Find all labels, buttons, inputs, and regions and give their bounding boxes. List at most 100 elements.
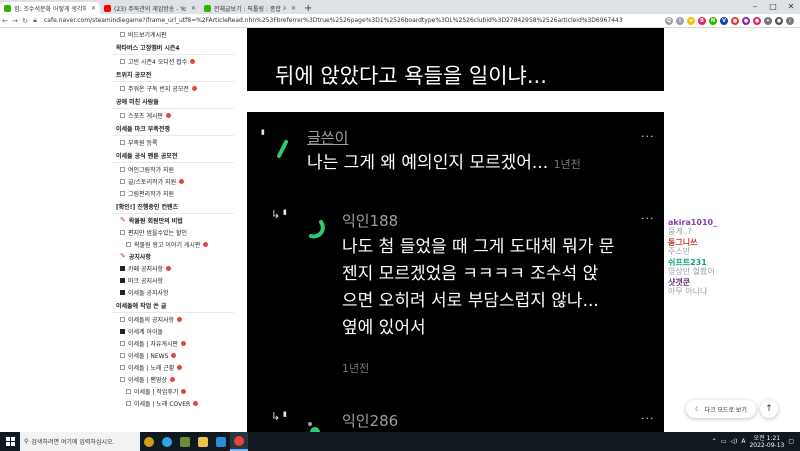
ime-icon[interactable]: A xyxy=(741,438,745,445)
sidebar-item[interactable]: 이세돌 | 노래 COVER xyxy=(112,397,234,409)
sidebar-section-header: 공에 미친 사람들 xyxy=(112,94,234,109)
sidebar-item[interactable]: 왁물원 왕고 이야기 게시판 xyxy=(112,238,234,250)
pin-icon: ✎ xyxy=(120,216,126,224)
dark-mode-label: 다크 모드로 보기 xyxy=(704,406,747,414)
new-badge-icon xyxy=(181,340,186,346)
url-field[interactable]: cafe.naver.com/steamindiegame?iframe_url… xyxy=(44,17,665,24)
volume-icon[interactable]: ◁) xyxy=(730,438,737,445)
taskbar-app-minecraft[interactable] xyxy=(176,432,194,451)
browser-tab[interactable]: 전체글보기 : 픽툴링 : 종합 게시판 ✕ xyxy=(200,2,300,14)
tab-close-icon[interactable]: ✕ xyxy=(191,5,196,12)
extension-v-icon[interactable]: V xyxy=(720,16,728,25)
browser-tab[interactable]: 힘: 조수석문화 어떻게 생각해? ✕ xyxy=(0,2,100,14)
forward-icon[interactable]: → xyxy=(10,17,20,25)
sidebar-item-label: 마크 공지사항 xyxy=(128,277,164,285)
maximize-button[interactable]: □ xyxy=(764,0,782,13)
sidebar-item-label: [확인!] 진행중인 컨텐츠 xyxy=(116,203,179,211)
sidebar-item-label: 고빈 시즌4 오디션 접수 xyxy=(128,58,188,66)
sidebar-item[interactable]: ✎ 왁물원 회원만의 비법 xyxy=(112,214,234,226)
sidebar-item[interactable]: 이세돌 | 노래 근황 xyxy=(112,361,234,373)
sidebar-item[interactable]: 그림편리작가 지원 xyxy=(112,187,234,199)
board-icon xyxy=(120,352,125,358)
post-content-area: 뒤에 앉았다고 욕들을 일이냐... ▮ 글쓴이 ··· 나는 그게 왜 예의인… xyxy=(234,28,666,432)
comment-more-icon[interactable]: ··· xyxy=(641,130,655,143)
sidebar-item[interactable]: 이세돌 공지사항 xyxy=(112,286,234,298)
new-tab-button[interactable]: + xyxy=(304,3,312,14)
sidebar-item[interactable]: 여인그림작가 지원 xyxy=(112,163,234,175)
sidebar-item[interactable]: 카페 공지사항 xyxy=(112,262,234,274)
network-icon[interactable]: ▭ xyxy=(721,438,727,445)
sidebar-item[interactable]: 이세돌 | NEWS xyxy=(112,349,234,361)
sidebar-item-label: 글/스토리작가 지원 xyxy=(128,178,177,186)
tab-close-icon[interactable]: ✕ xyxy=(91,5,96,12)
chat-text: 아무 아니냐 xyxy=(668,287,708,296)
dark-mode-button[interactable]: ☾ 다크 모드로 보기 xyxy=(686,400,756,418)
sidebar-item[interactable]: 이세돌 | 작업후기 xyxy=(112,385,234,397)
extension-pink-icon[interactable]: ● xyxy=(753,16,761,25)
reload-icon[interactable]: ↻ xyxy=(20,17,30,25)
tab-favicon-icon xyxy=(204,4,211,12)
comment-more-icon[interactable]: ··· xyxy=(641,212,655,225)
sidebar-item[interactable]: 스포츠 게시판 xyxy=(112,109,234,121)
chat-message: akira1010_ 뭉게..? xyxy=(668,218,800,236)
search-placeholder: 검색하려면 여기에 입력하십시오. xyxy=(31,439,115,446)
sidebar-item-label: 트위치 공모전 xyxy=(116,71,152,79)
comment-author[interactable]: 글쓴이 xyxy=(307,127,348,148)
extension-n-icon[interactable]: N xyxy=(709,16,717,25)
sidebar-item[interactable]: 마크 공지사항 xyxy=(112,274,234,286)
browser-tab[interactable]: (23) 주둑관의 게임방송 - YouTube ✕ xyxy=(100,2,200,14)
zoom-icon[interactable]: Q xyxy=(665,16,673,25)
extension-red-icon[interactable]: ● xyxy=(731,16,739,25)
sidebar-item[interactable]: 부족원 등록 xyxy=(112,136,234,148)
taskbar-search[interactable]: ⚲ 검색하려면 여기에 입력하십시오. xyxy=(20,432,140,451)
sidebar-item[interactable]: 주워온 구독 번지 공모전 xyxy=(112,82,234,94)
sidebar-item[interactable]: 이세돌의 공지사항 xyxy=(112,313,234,325)
sidebar-item-label: 이세돌 | 자유게시판 xyxy=(128,340,178,348)
new-badge-icon xyxy=(169,376,175,382)
board-icon xyxy=(120,340,125,346)
notification-icon[interactable]: ▢ xyxy=(788,438,794,445)
sidebar-item[interactable]: 고빈 시즌4 오디션 접수 xyxy=(112,55,234,67)
profile-icon[interactable]: ● xyxy=(775,16,783,25)
windows-start-icon[interactable] xyxy=(0,432,20,451)
sidebar-section-header: 이세돌 공식 팬툰 공모전 xyxy=(112,148,234,163)
back-icon[interactable]: ← xyxy=(0,17,10,25)
extension-b-icon[interactable]: B xyxy=(698,16,706,25)
comment-author[interactable]: 익인286 xyxy=(342,410,398,431)
sidebar-item-label: 이세돌 공식 팬툰 공모전 xyxy=(116,152,178,160)
sidebar-item[interactable]: ✎ 공지사항 xyxy=(112,250,234,262)
sidebar-item[interactable]: 이세돌 | 자유게시판 xyxy=(112,337,234,349)
sidebar-section-header: 이세돌 마크 부족전쟁 xyxy=(112,121,234,136)
comment-more-icon[interactable]: ··· xyxy=(641,412,655,425)
tab-close-icon[interactable]: ✕ xyxy=(291,5,296,12)
taskbar-app-cortana[interactable] xyxy=(140,432,158,451)
taskbar-app-explorer[interactable] xyxy=(194,432,212,451)
puzzle-icon[interactable]: ✦ xyxy=(764,16,772,25)
chrome-icon xyxy=(234,435,244,446)
sidebar-item-label: 이세돌 마크 부족전쟁 xyxy=(116,125,170,133)
sidebar-item[interactable]: 비드보기게시판 xyxy=(112,28,234,40)
star-icon[interactable]: ★ xyxy=(687,16,695,25)
sidebar-item[interactable]: 편지만 받을수있는 할인 xyxy=(112,226,234,238)
taskbar-app-chrome[interactable] xyxy=(230,432,248,451)
close-window-button[interactable]: ✕ xyxy=(782,0,800,13)
tray-arrow-icon[interactable]: ⌃ xyxy=(712,438,717,445)
sidebar-item[interactable]: 이세계 아이돌 xyxy=(112,325,234,337)
taskbar-app-edge[interactable] xyxy=(158,432,176,451)
chat-text: 영상만 헐봤어 xyxy=(668,267,715,276)
menu-kebab-icon[interactable]: ⋮ xyxy=(786,16,794,25)
sidebar-item-label: 이세돌 | 노래 근황 xyxy=(128,364,175,372)
share-icon[interactable]: ⇪ xyxy=(676,16,684,25)
sidebar-item[interactable]: 이세돌 | 팬영상 xyxy=(112,373,234,385)
deco-stroke xyxy=(277,140,288,158)
taskbar-app-vscode[interactable] xyxy=(212,432,230,451)
minimize-button[interactable]: – xyxy=(746,0,764,13)
sidebar-item-label: 이세계 아이돌 xyxy=(128,328,164,336)
scroll-top-button[interactable]: ↑ xyxy=(760,400,778,418)
clock[interactable]: 오전 1:21 2022-09-13 xyxy=(749,435,784,449)
extension-purple-icon[interactable]: ● xyxy=(742,16,750,25)
post-image-card: 뒤에 앉았다고 욕들을 일이냐... xyxy=(247,28,664,91)
sidebar-item[interactable]: 글/스토리작가 지원 xyxy=(112,175,234,187)
comment-author[interactable]: 익인188 xyxy=(342,210,398,231)
board-icon xyxy=(120,139,125,145)
